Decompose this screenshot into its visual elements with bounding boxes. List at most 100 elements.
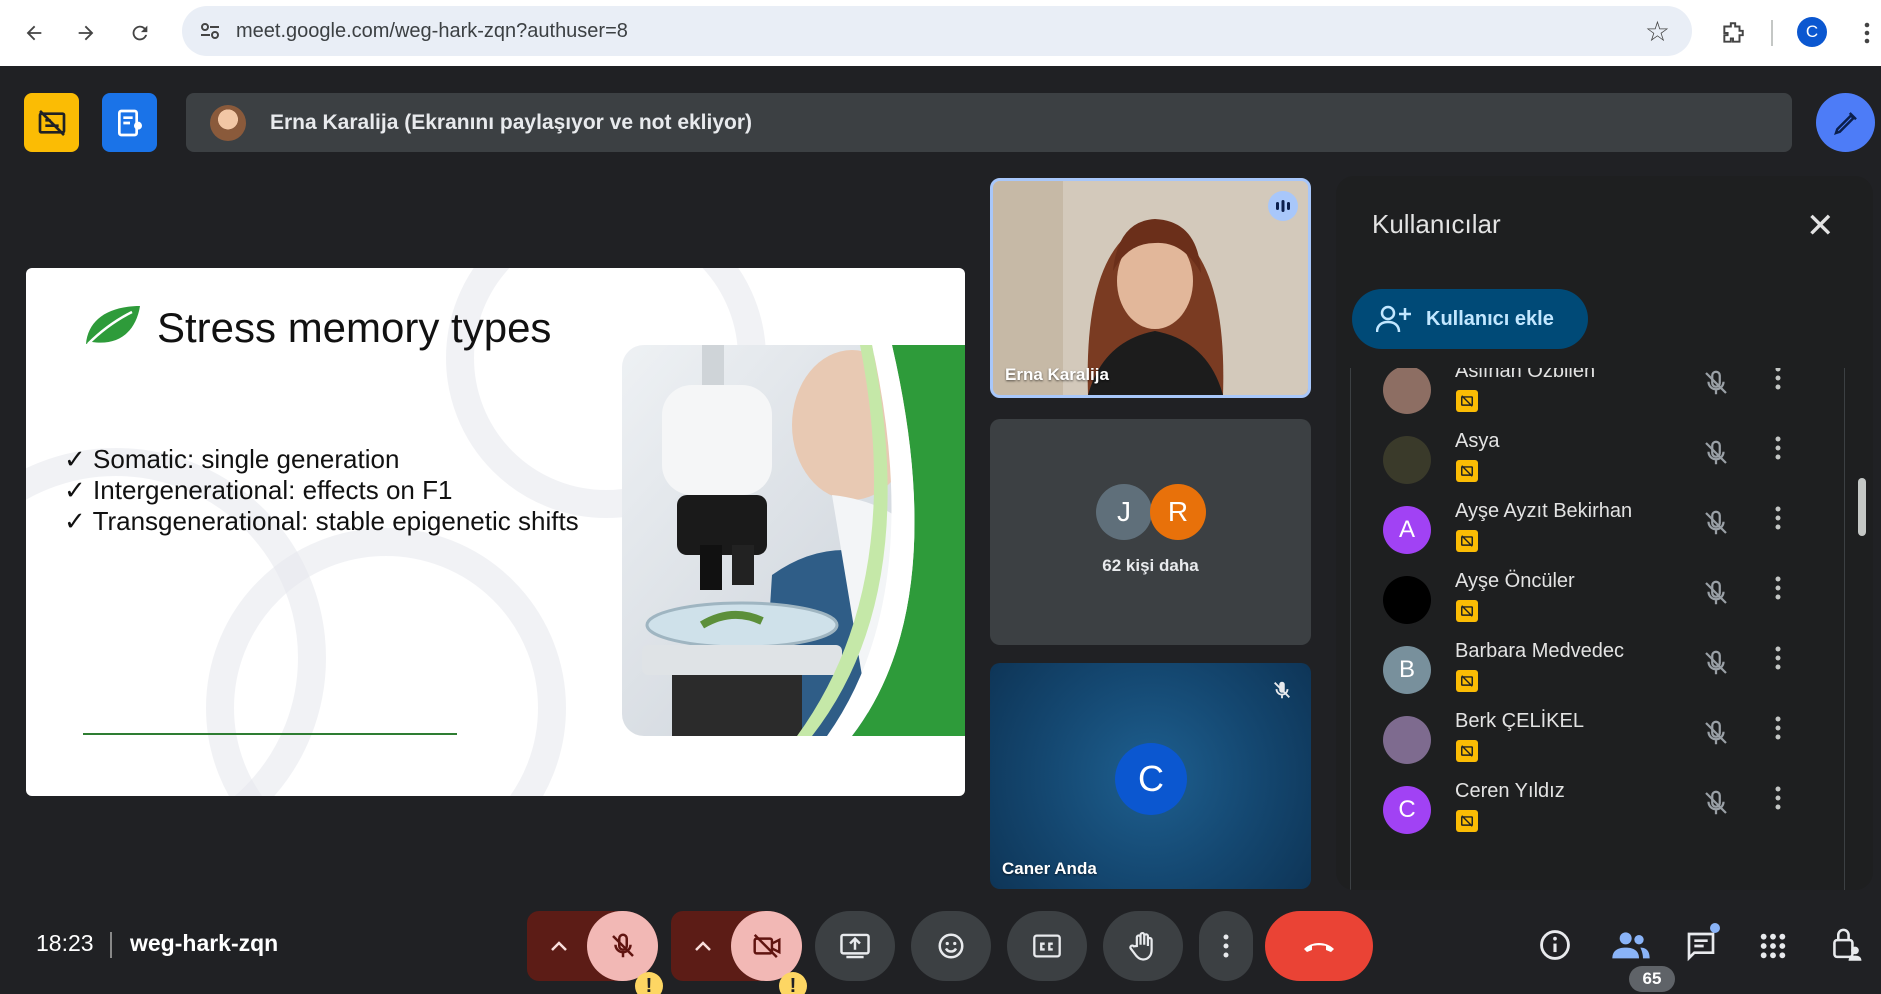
camera-toggle-button[interactable] — [731, 911, 802, 981]
chevron-up-icon — [551, 941, 567, 951]
participant-name: Ayşe Öncüler — [1455, 570, 1575, 592]
close-icon[interactable]: ✕ — [1806, 206, 1835, 246]
participant-name: Barbara Medvedec — [1455, 640, 1624, 662]
lock-person-icon — [1833, 928, 1862, 961]
browser-toolbar: meet.google.com/weg-hark-zqn?authuser=8 … — [0, 0, 1881, 66]
participant-mic-off-icon[interactable] — [1701, 508, 1731, 543]
slide-bullet: ✓ Intergenerational: effects on F1 — [64, 475, 453, 505]
people-panel-title: Kullanıcılar — [1372, 209, 1501, 239]
slide-bullet-list: ✓ Somatic: single generation ✓ Intergene… — [64, 444, 579, 537]
participant-more-icon[interactable] — [1775, 646, 1781, 677]
people-panel: Kullanıcılar ✕ Kullanıcı ekle Aslıhan Öz… — [1336, 176, 1873, 890]
profile-avatar[interactable]: C — [1797, 17, 1827, 47]
reactions-button[interactable] — [911, 911, 991, 981]
participant-list: Aslıhan Özbilen Asya A Ayşe Ayzıt Bekirhan A… — [1350, 368, 1845, 890]
participant-tile-presenter[interactable]: Erna Karalija — [990, 178, 1311, 398]
browser-menu-icon[interactable] — [1850, 16, 1881, 50]
stop-notes-button[interactable] — [24, 93, 79, 152]
presenter-video — [993, 181, 1308, 395]
participant-more-icon[interactable] — [1775, 506, 1781, 537]
add-people-button[interactable]: Kullanıcı ekle — [1352, 289, 1588, 349]
participant-list-scrollbar[interactable] — [1858, 478, 1866, 536]
extensions-icon[interactable] — [1716, 16, 1750, 50]
chat-unread-dot — [1710, 923, 1720, 933]
bookmark-star-icon[interactable]: ☆ — [1645, 15, 1670, 48]
participant-more-icon[interactable] — [1775, 576, 1781, 607]
notes-badge-icon — [1456, 390, 1478, 412]
reload-icon[interactable] — [120, 13, 160, 53]
camera-off-icon — [752, 934, 781, 958]
speaking-indicator-icon — [1268, 191, 1298, 221]
participant-avatar — [1383, 436, 1431, 484]
leaf-icon — [86, 306, 140, 345]
participant-name: Asya — [1455, 430, 1500, 452]
apps-grid-icon — [1760, 933, 1786, 959]
chat-button[interactable] — [1684, 930, 1718, 967]
notes-button[interactable] — [102, 93, 157, 152]
notes-badge-icon — [1456, 600, 1478, 622]
mic-options-button[interactable] — [527, 911, 591, 981]
notes-badge-icon — [1456, 810, 1478, 832]
raise-hand-button[interactable] — [1103, 911, 1183, 981]
raise-hand-icon — [1129, 932, 1153, 961]
activities-button[interactable] — [1759, 932, 1787, 965]
mic-warning-icon: ! — [635, 972, 663, 994]
chat-icon — [1687, 932, 1715, 962]
slide-bullet: ✓ Transgenerational: stable epigenetic s… — [64, 506, 579, 536]
present-screen-icon — [840, 933, 870, 959]
participant-avatar: C — [1383, 786, 1431, 834]
participant-more-icon[interactable] — [1775, 436, 1781, 467]
participant-avatar: B — [1383, 646, 1431, 694]
people-button[interactable] — [1611, 930, 1651, 965]
participant-more-icon[interactable] — [1775, 716, 1781, 747]
forward-arrow-icon[interactable] — [66, 13, 106, 53]
shared-screen-slide: Stress memory types ✓ Somatic: single ge… — [26, 268, 965, 796]
url-text: meet.google.com/weg-hark-zqn?authuser=8 — [236, 20, 628, 42]
more-options-button[interactable] — [1199, 911, 1253, 981]
meeting-details-button[interactable] — [1538, 928, 1572, 967]
participant-tile-self[interactable]: C Caner Anda — [990, 663, 1311, 889]
no-captions-icon — [38, 109, 65, 136]
toolbar-divider — [1771, 20, 1773, 46]
participant-name: Berk ÇELİKEL — [1455, 710, 1584, 732]
add-people-label: Kullanıcı ekle — [1426, 307, 1554, 330]
participant-name: Ayşe Ayzıt Bekirhan — [1455, 500, 1633, 522]
info-icon — [1540, 930, 1570, 960]
address-bar[interactable]: meet.google.com/weg-hark-zqn?authuser=8 … — [182, 6, 1692, 56]
mic-off-icon — [611, 933, 634, 958]
participant-mic-off-icon[interactable] — [1701, 578, 1731, 613]
present-screen-button[interactable] — [815, 911, 895, 981]
participant-mic-off-icon[interactable] — [1701, 718, 1731, 753]
back-arrow-icon[interactable] — [14, 13, 54, 53]
camera-warning-icon: ! — [779, 972, 807, 994]
participant-mic-off-icon[interactable] — [1701, 648, 1731, 683]
presenter-banner: Erna Karalija (Ekranını paylaşıyor ve no… — [186, 93, 1792, 152]
participant-mic-off-icon[interactable] — [1701, 368, 1731, 403]
site-settings-icon[interactable] — [198, 19, 222, 43]
participant-mic-off-icon[interactable] — [1701, 438, 1731, 473]
participant-mic-off-icon[interactable] — [1701, 788, 1731, 823]
participant-name: Aslıhan Özbilen — [1455, 368, 1596, 382]
hang-up-icon — [1304, 943, 1334, 952]
captions-icon — [1033, 934, 1061, 958]
more-participants-text: 62 kişi daha — [1102, 556, 1199, 575]
participant-row[interactable]: C Ceren Yıldız — [1351, 780, 1844, 864]
participant-avatar — [1383, 716, 1431, 764]
participant-more-icon[interactable] — [1775, 786, 1781, 817]
participant-count-badge: 65 — [1629, 966, 1675, 992]
more-participants-tile[interactable]: J R 62 kişi daha — [990, 419, 1311, 645]
mic-toggle-button[interactable] — [587, 911, 658, 981]
participant-more-icon[interactable] — [1775, 368, 1781, 397]
participant-avatar — [1383, 576, 1431, 624]
slide-divider-line — [83, 733, 457, 735]
emoji-icon — [938, 933, 964, 959]
slide-bullet: ✓ Somatic: single generation — [64, 444, 400, 474]
captions-button[interactable] — [1007, 911, 1087, 981]
participant-avatar-j: J — [1096, 484, 1152, 540]
self-tile-name: Caner Anda — [1002, 859, 1097, 878]
annotate-button[interactable] — [1816, 93, 1875, 152]
leave-call-button[interactable] — [1265, 911, 1373, 981]
host-controls-button[interactable] — [1830, 926, 1862, 967]
camera-options-button[interactable] — [671, 911, 735, 981]
slide-title: Stress memory types — [157, 304, 552, 351]
